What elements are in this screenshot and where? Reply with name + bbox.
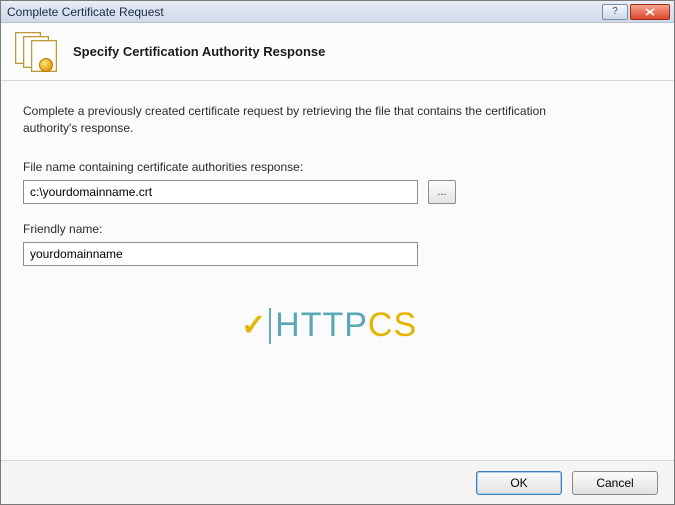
browse-button[interactable]: ... bbox=[428, 180, 456, 204]
titlebar[interactable]: Complete Certificate Request ? bbox=[1, 1, 674, 23]
help-icon: ? bbox=[612, 6, 618, 17]
header-band: Specify Certification Authority Response bbox=[1, 23, 674, 81]
ellipsis-icon: ... bbox=[437, 186, 446, 198]
help-button[interactable]: ? bbox=[602, 4, 628, 20]
friendly-field-label: Friendly name: bbox=[23, 222, 652, 236]
file-name-input[interactable] bbox=[23, 180, 418, 204]
watermark-text-2: CS bbox=[368, 306, 417, 345]
check-icon: ✓ bbox=[241, 308, 267, 343]
dialog-window: Complete Certificate Request ? Specify C… bbox=[0, 0, 675, 505]
watermark-logo: ✓ HTTPCS bbox=[241, 306, 417, 345]
cancel-button[interactable]: Cancel bbox=[572, 471, 658, 495]
description-text: Complete a previously created certificat… bbox=[23, 103, 583, 138]
dialog-footer: OK Cancel bbox=[1, 460, 674, 504]
file-field-row: ... bbox=[23, 180, 652, 204]
content-area: Complete a previously created certificat… bbox=[1, 81, 674, 460]
close-button[interactable] bbox=[630, 4, 670, 20]
window-title: Complete Certificate Request bbox=[7, 5, 600, 19]
file-field-label: File name containing certificate authori… bbox=[23, 160, 652, 174]
certificate-icon bbox=[15, 32, 59, 72]
friendly-name-input[interactable] bbox=[23, 242, 418, 266]
ok-button[interactable]: OK bbox=[476, 471, 562, 495]
close-icon bbox=[645, 8, 655, 16]
friendly-field-row bbox=[23, 242, 652, 266]
header-title: Specify Certification Authority Response bbox=[73, 44, 325, 59]
watermark-text-1: HTTP bbox=[275, 306, 368, 345]
window-controls: ? bbox=[600, 4, 670, 20]
